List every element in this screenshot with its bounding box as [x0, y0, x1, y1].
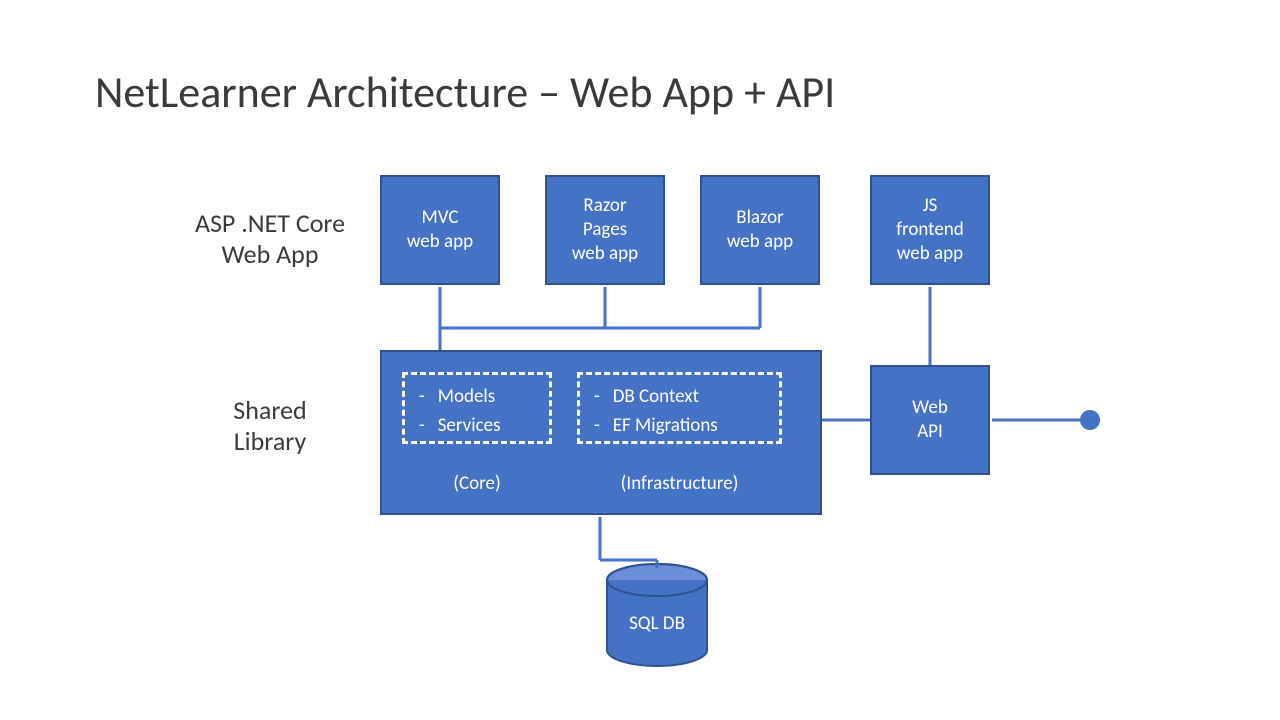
box-webapi-line2: API: [917, 420, 943, 444]
box-blazor: Blazor web app: [700, 175, 820, 285]
infra-item-efmigrations: EF Migrations: [613, 414, 718, 437]
box-mvc-line2: web app: [407, 230, 473, 254]
core-caption: (Core): [402, 472, 552, 495]
infra-caption: (Infrastructure): [577, 472, 782, 495]
box-webapi-line1: Web: [912, 396, 948, 420]
box-jsfe-line3: web app: [897, 242, 963, 266]
core-item-services: Services: [438, 414, 501, 437]
row-label-webapp-line1: ASP .NET Core: [195, 207, 345, 239]
box-blazor-line1: Blazor: [736, 206, 784, 230]
box-mvc: MVC web app: [380, 175, 500, 285]
box-core: - Models - Services: [402, 372, 552, 444]
box-blazor-line2: web app: [727, 230, 793, 254]
box-jsfe-line1: JS: [923, 194, 938, 218]
core-item-models: Models: [438, 385, 496, 408]
row-label-webapp-line2: Web App: [221, 238, 318, 270]
box-razor-line1: Razor: [583, 194, 626, 218]
box-jsfe-line2: frontend: [896, 218, 964, 242]
box-razor-line3: web app: [572, 242, 638, 266]
box-razor-line2: Pages: [583, 218, 627, 242]
infra-item-dbcontext: DB Context: [613, 385, 699, 408]
row-label-shared-line2: Library: [234, 425, 307, 457]
box-shared-library: - Models - Services (Core) - DB Context …: [380, 350, 822, 515]
box-webapi: Web API: [870, 365, 990, 475]
row-label-shared: Shared Library: [195, 395, 345, 457]
db-label: SQL DB: [602, 612, 712, 635]
box-jsfrontend: JS frontend web app: [870, 175, 990, 285]
row-label-shared-line1: Shared: [233, 394, 306, 426]
row-label-webapp: ASP .NET Core Web App: [170, 208, 370, 270]
db-cylinder: SQL DB: [602, 562, 712, 677]
box-infrastructure: - DB Context - EF Migrations: [577, 372, 782, 444]
box-mvc-line1: MVC: [422, 206, 459, 230]
diagram-stage: NetLearner Architecture – Web App + API …: [0, 0, 1280, 720]
diagram-title: NetLearner Architecture – Web App + API: [95, 65, 835, 119]
box-razor: Razor Pages web app: [545, 175, 665, 285]
